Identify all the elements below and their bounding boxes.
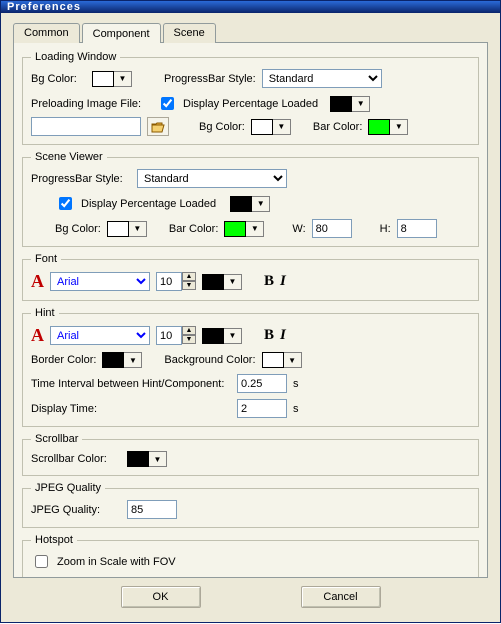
- label-sv-bgcolor: Bg Color:: [55, 223, 101, 235]
- legend-font: Font: [31, 253, 61, 265]
- swatch-sv-bgcolor[interactable]: [107, 221, 129, 237]
- swatch-lw-bgcolor[interactable]: [92, 71, 114, 87]
- dropdown-hint-bordercolor[interactable]: ▼: [124, 352, 142, 368]
- tab-component[interactable]: Component: [82, 23, 161, 43]
- dropdown-sv-bgcolor[interactable]: ▼: [129, 221, 147, 237]
- label-lw-barcolor: Bar Color:: [313, 121, 363, 133]
- label-sv-displaypct: Display Percentage Loaded: [81, 198, 216, 210]
- label-lw-displaypct: Display Percentage Loaded: [183, 98, 318, 110]
- cancel-button[interactable]: Cancel: [301, 586, 381, 608]
- group-loading-window: Loading Window Bg Color: ▼ ProgressBar S…: [22, 51, 479, 145]
- swatch-hint-font-color[interactable]: [202, 328, 224, 344]
- dropdown-sv-displaypct-color[interactable]: ▼: [252, 196, 270, 212]
- dropdown-sv-barcolor[interactable]: ▼: [246, 221, 264, 237]
- legend-scene-viewer: Scene Viewer: [31, 151, 107, 163]
- checkbox-lw-displaypct[interactable]: [161, 97, 174, 110]
- swatch-scrollbar-color[interactable]: [127, 451, 149, 467]
- label-jpeg-quality: JPEG Quality:: [31, 504, 121, 516]
- select-lw-pbstyle[interactable]: Standard: [262, 69, 382, 88]
- ok-button[interactable]: OK: [121, 586, 201, 608]
- label-display-time-unit: s: [293, 403, 299, 415]
- dropdown-lw-bgcolor[interactable]: ▼: [114, 71, 132, 87]
- tab-strip: Common Component Scene: [13, 23, 488, 43]
- dropdown-font-color[interactable]: ▼: [224, 274, 242, 290]
- swatch-hint-bgcolor[interactable]: [262, 352, 284, 368]
- dropdown-lw-inner-bgcolor[interactable]: ▼: [273, 119, 291, 135]
- titlebar: Preferences: [1, 1, 500, 13]
- input-sv-w[interactable]: [312, 219, 352, 238]
- group-jpeg-quality: JPEG Quality JPEG Quality:: [22, 482, 479, 528]
- label-time-interval-unit: s: [293, 378, 299, 390]
- legend-loading-window: Loading Window: [31, 51, 120, 63]
- label-lw-inner-bgcolor: Bg Color:: [199, 121, 245, 133]
- label-sv-barcolor: Bar Color:: [169, 223, 219, 235]
- button-font-bold[interactable]: B: [264, 273, 274, 290]
- label-display-time: Display Time:: [31, 403, 231, 415]
- legend-scrollbar: Scrollbar: [31, 433, 82, 445]
- input-sv-h[interactable]: [397, 219, 437, 238]
- group-scene-viewer: Scene Viewer ProgressBar Style: Standard…: [22, 151, 479, 247]
- label-sv-pbstyle: ProgressBar Style:: [31, 173, 131, 185]
- input-font-size[interactable]: [156, 272, 182, 291]
- font-size-spinner[interactable]: ▲▼: [182, 272, 196, 291]
- group-scrollbar: Scrollbar Scrollbar Color: ▼: [22, 433, 479, 476]
- label-time-interval: Time Interval between Hint/Component:: [31, 378, 231, 390]
- legend-hint: Hint: [31, 307, 59, 319]
- dropdown-scrollbar-color[interactable]: ▼: [149, 451, 167, 467]
- label-hint-bordercolor: Border Color:: [31, 354, 96, 366]
- group-font: Font A Arial ▲▼ ▼ B I: [22, 253, 479, 301]
- swatch-lw-displaypct-color[interactable]: [330, 96, 352, 112]
- hint-font-a-icon: A: [31, 325, 44, 346]
- swatch-hint-bordercolor[interactable]: [102, 352, 124, 368]
- label-sv-w: W:: [292, 223, 305, 235]
- checkbox-zoom-fov[interactable]: [35, 555, 48, 568]
- input-preloading-file[interactable]: [31, 117, 141, 136]
- button-hint-italic[interactable]: I: [280, 327, 286, 344]
- hint-font-size-spinner[interactable]: ▲▼: [182, 326, 196, 345]
- button-hint-bold[interactable]: B: [264, 327, 274, 344]
- label-scrollbar-color: Scrollbar Color:: [31, 453, 121, 465]
- dialog-footer: OK Cancel: [13, 578, 488, 618]
- dropdown-lw-displaypct-color[interactable]: ▼: [352, 96, 370, 112]
- swatch-sv-barcolor[interactable]: [224, 221, 246, 237]
- input-display-time[interactable]: [237, 399, 287, 418]
- label-hint-bgcolor: Background Color:: [164, 354, 255, 366]
- font-color-a-icon: A: [31, 271, 44, 292]
- label-zoom-fov: Zoom in Scale with FOV: [57, 556, 176, 568]
- dropdown-lw-barcolor[interactable]: ▼: [390, 119, 408, 135]
- window-body: Common Component Scene Loading Window Bg…: [1, 13, 500, 624]
- group-hint: Hint A Arial ▲▼ ▼ B I Border Color: ▼: [22, 307, 479, 427]
- label-lw-bgcolor: Bg Color:: [31, 73, 86, 85]
- dropdown-hint-font-color[interactable]: ▼: [224, 328, 242, 344]
- tab-panel: Loading Window Bg Color: ▼ ProgressBar S…: [13, 42, 488, 578]
- input-time-interval[interactable]: [237, 374, 287, 393]
- legend-hotspot: Hotspot: [31, 534, 77, 546]
- checkbox-sv-displaypct[interactable]: [59, 197, 72, 210]
- preferences-window: Preferences Common Component Scene Loadi…: [0, 0, 501, 623]
- input-hint-font-size[interactable]: [156, 326, 182, 345]
- button-browse-preloading[interactable]: [147, 117, 169, 136]
- select-hint-font-family[interactable]: Arial: [50, 326, 150, 345]
- window-title: Preferences: [7, 1, 81, 13]
- folder-open-icon: [151, 121, 165, 133]
- swatch-lw-barcolor[interactable]: [368, 119, 390, 135]
- label-preloading-file: Preloading Image File:: [31, 98, 151, 110]
- input-jpeg-quality[interactable]: [127, 500, 177, 519]
- label-lw-pbstyle: ProgressBar Style:: [164, 73, 256, 85]
- tab-common[interactable]: Common: [13, 23, 80, 43]
- tab-scene[interactable]: Scene: [163, 23, 216, 43]
- group-hotspot: Hotspot Zoom in Scale with FOV: [22, 534, 479, 578]
- dropdown-hint-bgcolor[interactable]: ▼: [284, 352, 302, 368]
- select-sv-pbstyle[interactable]: Standard: [137, 169, 287, 188]
- swatch-font-color[interactable]: [202, 274, 224, 290]
- button-font-italic[interactable]: I: [280, 273, 286, 290]
- select-font-family[interactable]: Arial: [50, 272, 150, 291]
- legend-jpeg-quality: JPEG Quality: [31, 482, 105, 494]
- swatch-sv-displaypct-color[interactable]: [230, 196, 252, 212]
- swatch-lw-inner-bgcolor[interactable]: [251, 119, 273, 135]
- label-sv-h: H:: [380, 223, 391, 235]
